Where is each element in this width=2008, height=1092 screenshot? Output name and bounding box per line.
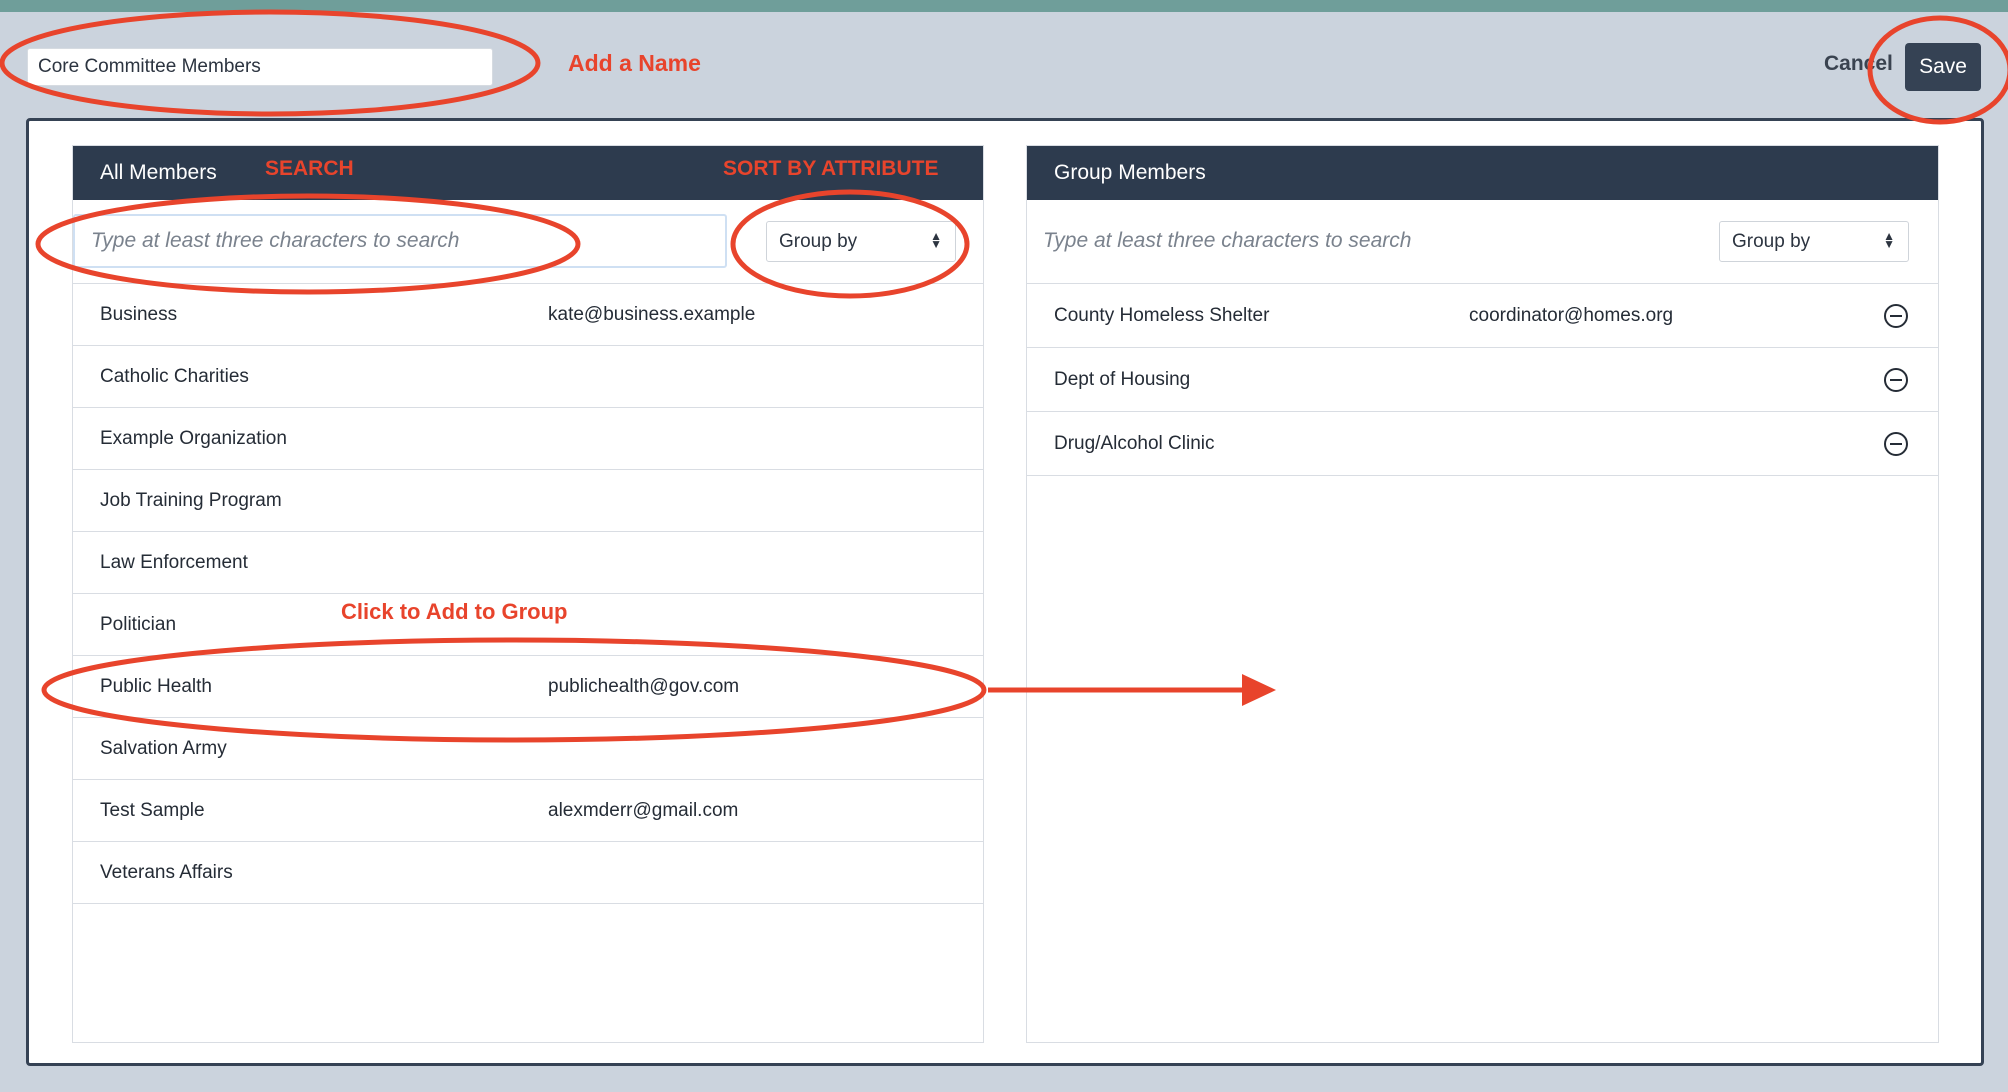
group-members-search-row: Group by ▲▼ — [1027, 200, 1938, 284]
member-name: Public Health — [100, 675, 212, 697]
annotation-click-to-add: Click to Add to Group — [341, 599, 568, 624]
sort-caret-icon: ▲ ▼ — [930, 229, 942, 251]
member-name: Drug/Alcohol Clinic — [1054, 432, 1215, 454]
member-row[interactable]: Veterans Affairs — [73, 842, 983, 904]
all-members-panel: All Members Group by ▲▼ Business kate@bus… — [72, 145, 984, 1043]
member-name: Salvation Army — [100, 737, 227, 759]
remove-circle-icon[interactable] — [1884, 367, 1908, 392]
group-by-label: Group by — [1732, 230, 1811, 252]
member-name: Business — [100, 303, 178, 325]
all-members-group-by-select[interactable]: Group by ▲ ▼ — [766, 221, 956, 262]
remove-circle-icon[interactable] — [1884, 303, 1908, 328]
group-by-label: Group by — [779, 230, 858, 252]
member-email: kate@business.example — [548, 303, 756, 325]
member-name: Veterans Affairs — [100, 861, 233, 883]
member-row[interactable]: Salvation Army — [73, 718, 983, 780]
member-name: Example Organization — [100, 427, 287, 449]
group-name-input[interactable] — [27, 48, 493, 86]
member-name: Job Training Program — [100, 489, 282, 511]
member-name: County Homeless Shelter — [1054, 304, 1270, 326]
group-member-row[interactable]: County Homeless Shelter coordinator@homes… — [1027, 284, 1938, 348]
group-member-row[interactable]: Dept of Housing — [1027, 348, 1938, 412]
group-member-row[interactable]: Drug/Alcohol Clinic — [1027, 412, 1938, 476]
member-row[interactable]: Example Organization — [73, 408, 983, 470]
group-members-group-by-select[interactable]: Group by ▲ ▼ — [1719, 221, 1909, 262]
group-members-panel: Group Members Group by ▲▼ County Homeles… — [1026, 145, 1939, 1043]
annotation-add-name: Add a Name — [568, 50, 701, 76]
group-members-header: Group Members — [1027, 146, 1938, 200]
top-strip — [0, 0, 2008, 12]
member-email: publichealth@gov.com — [548, 675, 740, 697]
cancel-button[interactable]: Cancel — [1824, 52, 1893, 76]
member-name: Politician — [100, 613, 177, 635]
member-email: coordinator@homes.org — [1469, 304, 1674, 326]
save-button[interactable]: Save — [1905, 43, 1981, 91]
member-name: Test Sample — [100, 799, 205, 821]
sort-caret-icon: ▲ ▼ — [1883, 229, 1895, 251]
all-members-list: Business kate@business.example Catholic Ch… — [73, 284, 983, 904]
group-members-title: Group Members — [1054, 161, 1206, 184]
annotation-sort-by-attribute: SORT BY ATTRIBUTE — [723, 157, 939, 180]
member-row[interactable]: Business kate@business.example — [73, 284, 983, 346]
all-members-search-input[interactable] — [73, 214, 727, 268]
member-name: Catholic Charities — [100, 365, 249, 387]
member-row[interactable]: Test Sample alexmderr@gmail.com — [73, 780, 983, 842]
all-members-title: All Members — [100, 161, 217, 184]
member-row[interactable]: Job Training Program — [73, 470, 983, 532]
member-name: Dept of Housing — [1054, 368, 1191, 390]
member-row[interactable]: Law Enforcement — [73, 532, 983, 594]
group-members-search-input[interactable] — [1027, 214, 1687, 268]
all-members-search-row: Group by ▲▼ — [73, 200, 983, 284]
remove-circle-icon[interactable] — [1884, 431, 1908, 456]
member-name: Law Enforcement — [100, 551, 248, 573]
member-row[interactable]: Public Health publichealth@gov.com — [73, 656, 983, 718]
member-row[interactable]: Catholic Charities — [73, 346, 983, 408]
member-email: alexmderr@gmail.com — [548, 799, 739, 821]
annotation-search: SEARCH — [265, 157, 354, 180]
group-members-list: County Homeless Shelter coordinator@homes… — [1027, 284, 1938, 476]
